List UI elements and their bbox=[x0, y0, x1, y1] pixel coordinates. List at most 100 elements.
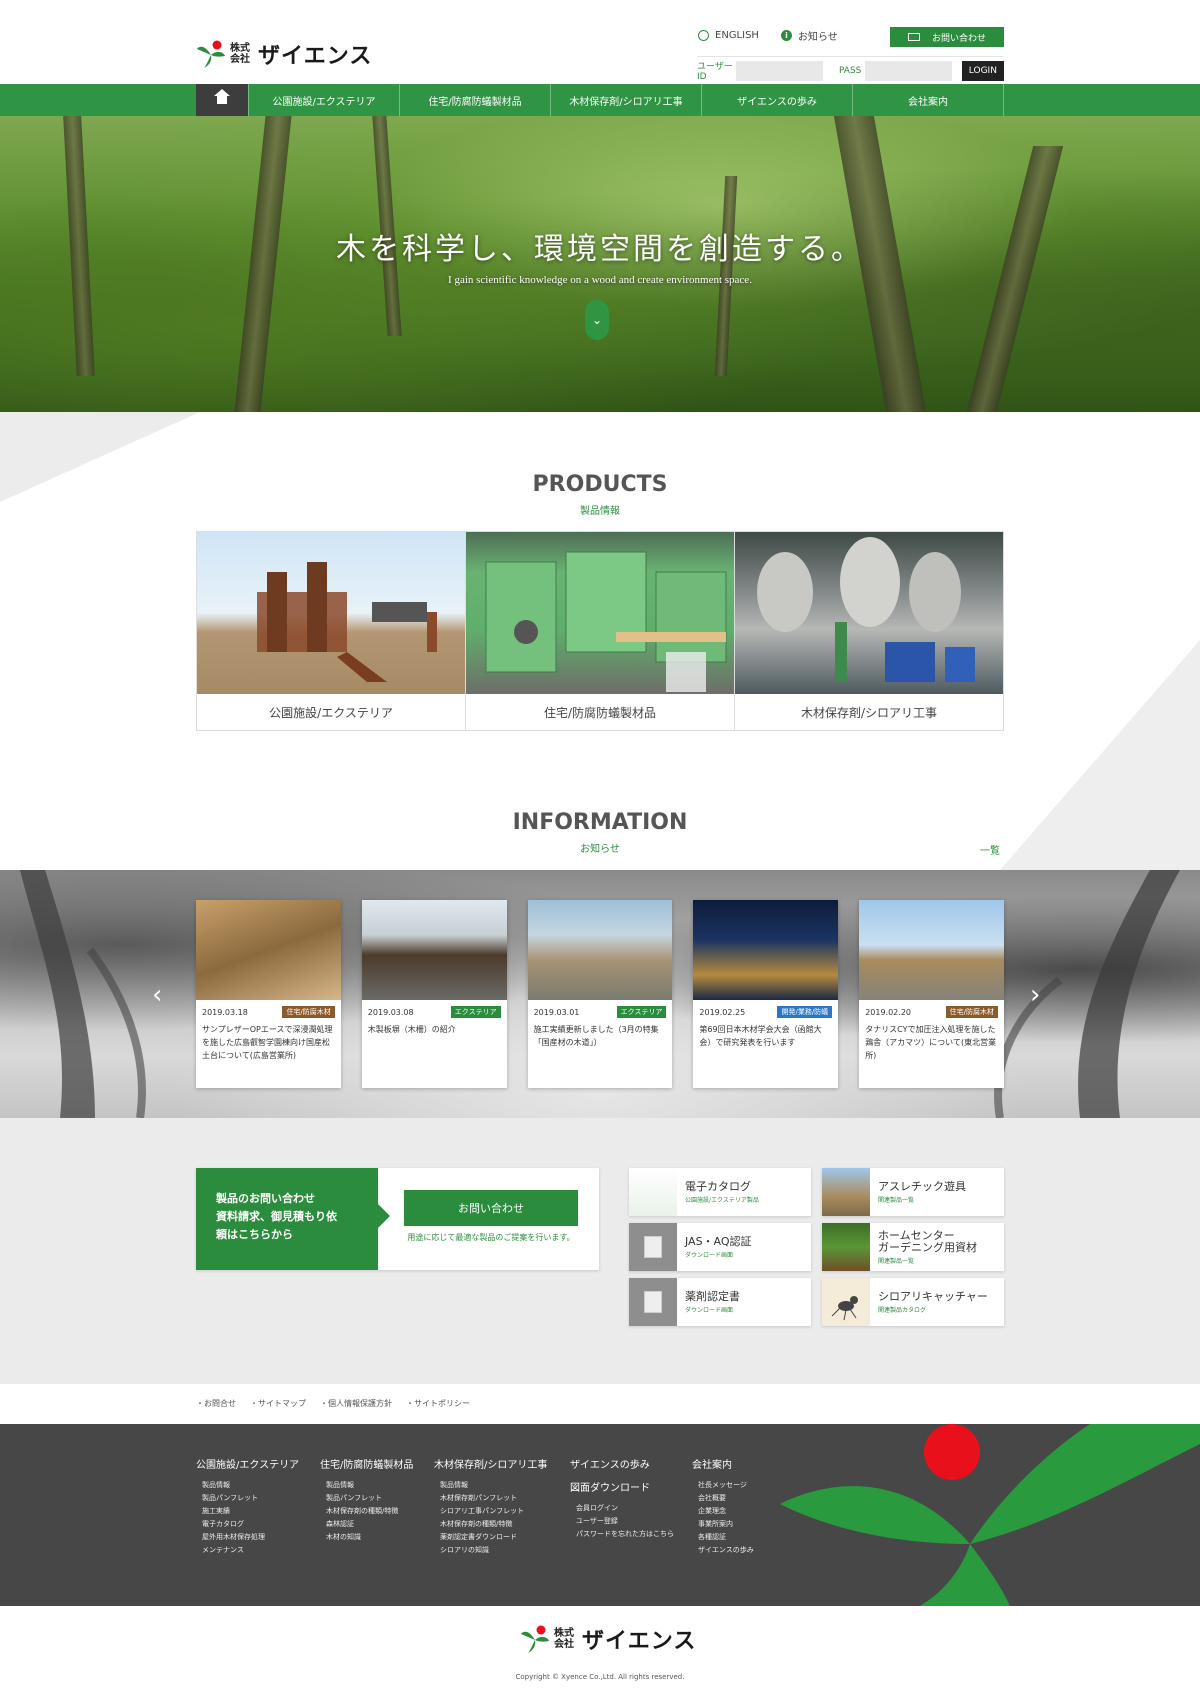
link-title: 電子カタログ bbox=[685, 1179, 751, 1193]
footer-item[interactable]: 電子カタログ bbox=[196, 1518, 299, 1531]
notice-label: お知らせ bbox=[797, 32, 838, 43]
nav-item-housing[interactable]: 住宅/防腐防蟻製材品 bbox=[400, 84, 551, 116]
footer-link-sitemap[interactable]: ・サイトマップ bbox=[250, 1398, 306, 1409]
quick-links: 電子カタログ 公園施設/エクステリア製品 アスレチック遊具 関連製品一覧 JAS… bbox=[629, 1168, 1004, 1326]
footer-item[interactable]: ザイエンスの歩み bbox=[692, 1544, 754, 1557]
nav-item-company[interactable]: 会社案内 bbox=[853, 84, 1004, 116]
footer-item[interactable]: 木材保存剤パンフレット bbox=[434, 1492, 547, 1505]
product-card-park[interactable]: 公園施設/エクステリア bbox=[197, 532, 466, 730]
site-footer: 公園施設/エクステリア 製品情報 製品パンフレット 施工実績 電子カタログ 屋外… bbox=[0, 1424, 1200, 1606]
footer-item[interactable]: 薬剤認定書ダウンロード bbox=[434, 1531, 547, 1544]
hero-title: 木を科学し、環境空間を創造する。 bbox=[336, 232, 864, 267]
news-category-badge: エクステリア bbox=[616, 1006, 667, 1018]
product-grid: 公園施設/エクステリア 住宅/防腐防蟻製材品 木材保存剤/シロアリ工事 bbox=[196, 531, 1004, 731]
footer-heading[interactable]: 住宅/防腐防蟻製材品 bbox=[320, 1456, 413, 1471]
link-subtitle: 関連製品一覧 bbox=[878, 1196, 915, 1204]
footer-item[interactable]: 屋外用木材保存処理 bbox=[196, 1531, 299, 1544]
footer-item[interactable]: 製品情報 bbox=[434, 1479, 547, 1492]
news-text: タナリスCYで加圧注入処理を施した鶏舎（アカマツ）について(東北営業所) bbox=[865, 1025, 997, 1060]
hero-subtitle: I gain scientific knowledge on a wood an… bbox=[448, 274, 752, 286]
news-card[interactable]: 2019.03.01 エクステリア 施工実績更新しました（3月の特集「国産材の木… bbox=[527, 900, 673, 1088]
nav-item-park[interactable]: 公園施設/エクステリア bbox=[248, 84, 400, 116]
login-button[interactable]: LOGIN bbox=[961, 60, 1005, 81]
news-card[interactable]: 2019.02.25 開発/業務/防蟻 第69回日本木材学会大会（函館大会）で研… bbox=[693, 900, 839, 1088]
contact-box: 製品のお問い合わせ 資料請求、御見積もり依 頼はこちらから お問い合わせ 用途に… bbox=[196, 1168, 599, 1270]
product-card-preservative[interactable]: 木材保存剤/シロアリ工事 bbox=[735, 532, 1003, 730]
footer-item[interactable]: パスワードを忘れた方はこちら bbox=[570, 1528, 674, 1541]
footer-item[interactable]: 木材の知識 bbox=[320, 1531, 413, 1544]
link-subtitle: ダウンロード画面 bbox=[685, 1251, 734, 1259]
news-text: 施工実績更新しました（3月の特集「国産材の木道」） bbox=[533, 1025, 659, 1047]
scroll-down-button[interactable]: ⌄ bbox=[585, 300, 609, 340]
footer-column-history: ザイエンスの歩み 図面ダウンロード 会員ログイン ユーザー登録 パスワードを忘れ… bbox=[570, 1456, 674, 1541]
mail-icon bbox=[907, 33, 920, 41]
carousel-prev-icon[interactable]: ‹ bbox=[152, 980, 162, 1010]
footer-item[interactable]: 会員ログイン bbox=[570, 1502, 674, 1515]
footer-item[interactable]: 森林認証 bbox=[320, 1518, 413, 1531]
footer-item[interactable]: メンテナンス bbox=[196, 1544, 299, 1557]
footer-heading[interactable]: 木材保存剤/シロアリ工事 bbox=[434, 1456, 547, 1471]
link-e-catalog[interactable]: 電子カタログ 公園施設/エクステリア製品 bbox=[629, 1168, 811, 1216]
ant-icon bbox=[822, 1278, 870, 1326]
carousel-next-icon[interactable]: › bbox=[1030, 980, 1040, 1010]
information-more-link[interactable]: 一覧 bbox=[980, 842, 1000, 857]
footer-item[interactable]: 木材保存剤の種類/特徴 bbox=[320, 1505, 413, 1518]
footer-item[interactable]: 企業理念 bbox=[692, 1505, 754, 1518]
inquiry-button[interactable]: お問い合わせ bbox=[404, 1190, 578, 1226]
login-form: ユーザーID PASS LOGIN bbox=[697, 56, 1005, 82]
english-link[interactable]: ENGLISH bbox=[698, 30, 759, 41]
footer-link-privacy[interactable]: ・個人情報保護方針 bbox=[320, 1398, 392, 1409]
footer-item[interactable]: 製品パンフレット bbox=[196, 1492, 299, 1505]
footer-item[interactable]: 施工実績 bbox=[196, 1505, 299, 1518]
footer-item[interactable]: 製品情報 bbox=[320, 1479, 413, 1492]
footer-heading[interactable]: 会社案内 bbox=[692, 1456, 754, 1471]
news-image bbox=[693, 900, 839, 1000]
notice-link[interactable]: i お知らせ bbox=[780, 28, 838, 43]
footer-link-policy[interactable]: ・サイトポリシー bbox=[406, 1398, 470, 1409]
logo-mark-icon bbox=[196, 39, 226, 69]
link-subtitle: ダウンロード画面 bbox=[685, 1306, 734, 1314]
news-card[interactable]: 2019.02.20 住宅/防腐木材 タナリスCYで加圧注入処理を施した鶏舎（ア… bbox=[859, 900, 1004, 1088]
info-icon: i bbox=[780, 30, 792, 41]
footer-item[interactable]: シロアリ工事パンフレット bbox=[434, 1505, 547, 1518]
footer-item[interactable]: 製品パンフレット bbox=[320, 1492, 413, 1505]
footer-utility-links: ・お問合せ ・サイトマップ ・個人情報保護方針 ・サイトポリシー bbox=[196, 1398, 470, 1409]
header-contact-label: お問い合わせ bbox=[931, 33, 986, 44]
news-image bbox=[361, 900, 507, 1000]
link-athletic[interactable]: アスレチック遊具 関連製品一覧 bbox=[822, 1168, 1004, 1216]
news-date: 2019.03.08 bbox=[367, 1007, 414, 1017]
footer-item[interactable]: ユーザー登録 bbox=[570, 1515, 674, 1528]
footer-heading[interactable]: ザイエンスの歩み bbox=[570, 1456, 674, 1471]
footer-heading-download[interactable]: 図面ダウンロード bbox=[570, 1479, 674, 1494]
footer-item[interactable]: 木材保存剤の種類/特徴 bbox=[434, 1518, 547, 1531]
news-card[interactable]: 2019.03.08 エクステリア 木製板塀（木柵）の紹介 bbox=[361, 900, 507, 1088]
footer-item[interactable]: シロアリの知識 bbox=[434, 1544, 547, 1557]
product-card-housing[interactable]: 住宅/防腐防蟻製材品 bbox=[466, 532, 735, 730]
footer-item[interactable]: 社長メッセージ bbox=[692, 1479, 754, 1492]
footer-item[interactable]: 会社概要 bbox=[692, 1492, 754, 1505]
header-contact-button[interactable]: お問い合わせ bbox=[890, 27, 1004, 47]
inquiry-note: 用途に応じて最適な製品のご提案を行います。 bbox=[407, 1233, 575, 1242]
nav-home-button[interactable] bbox=[196, 84, 248, 116]
link-jas-aq[interactable]: JAS・AQ認証 ダウンロード画面 bbox=[629, 1223, 811, 1271]
footer-item[interactable]: 製品情報 bbox=[196, 1479, 299, 1492]
news-card[interactable]: 2019.03.18 住宅/防腐木材 サンプレザーOPエースで深浸潤処理を施した… bbox=[196, 900, 341, 1088]
password-input[interactable] bbox=[865, 60, 952, 81]
link-home-center[interactable]: ホームセンター ガーデニング用資材 関連製品一覧 bbox=[822, 1223, 1004, 1271]
nav-item-preservative[interactable]: 木材保存剤/シロアリ工事 bbox=[551, 84, 702, 116]
link-subtitle: 関連製品カタログ bbox=[878, 1306, 927, 1314]
footer-link-contact[interactable]: ・お問合せ bbox=[196, 1398, 236, 1409]
user-id-input[interactable] bbox=[736, 60, 823, 81]
footer-item[interactable]: 各種認証 bbox=[692, 1531, 754, 1544]
link-title: JAS・AQ認証 bbox=[685, 1234, 752, 1248]
footer-heading[interactable]: 公園施設/エクステリア bbox=[196, 1456, 299, 1471]
document-download-icon bbox=[629, 1278, 677, 1326]
site-logo[interactable]: 株式 会社 ザイエンス bbox=[196, 38, 372, 70]
nav-item-history[interactable]: ザイエンスの歩み bbox=[702, 84, 853, 116]
decorative-triangle bbox=[1000, 640, 1200, 870]
footer-item[interactable]: 事業所案内 bbox=[692, 1518, 754, 1531]
link-termite-catcher[interactable]: シロアリキャッチャー 関連製品カタログ bbox=[822, 1278, 1004, 1326]
footer-logo[interactable]: 株式 会社 ザイエンス bbox=[520, 1623, 696, 1655]
logo-mark-icon bbox=[520, 1624, 550, 1654]
link-chemical-cert[interactable]: 薬剤認定書 ダウンロード画面 bbox=[629, 1278, 811, 1326]
